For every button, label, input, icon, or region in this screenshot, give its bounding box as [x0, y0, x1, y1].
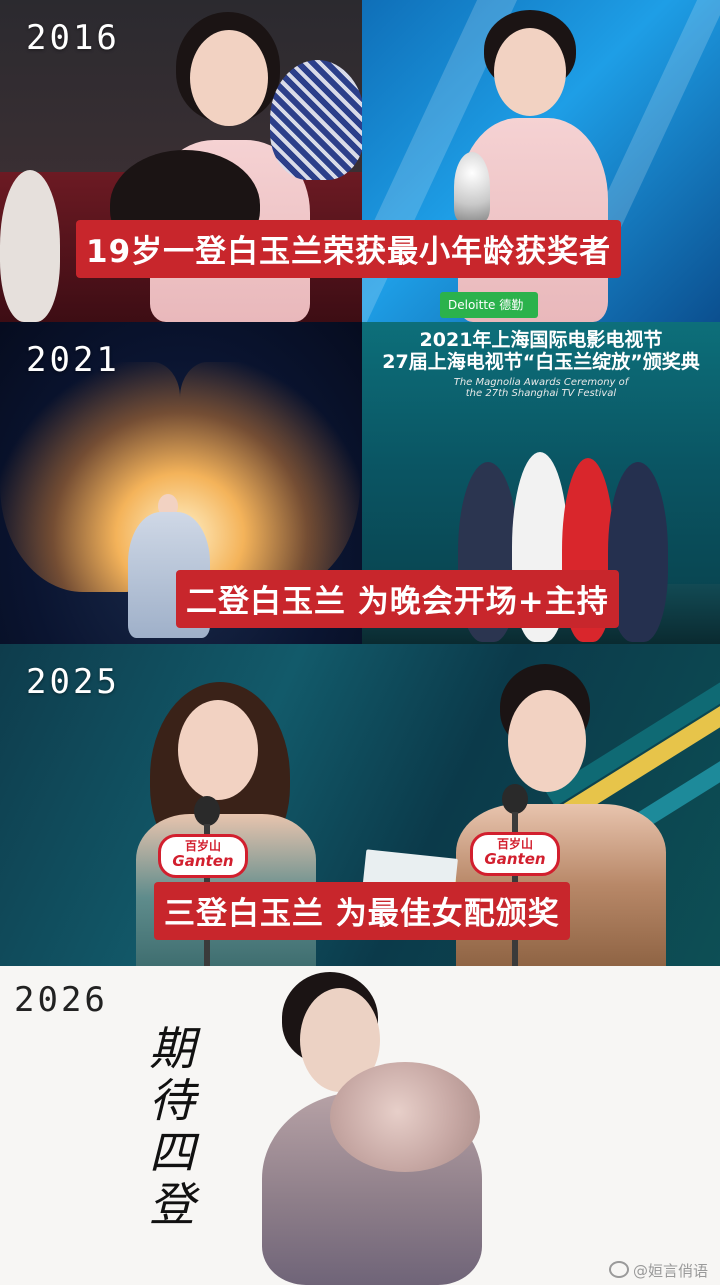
- handwritten-signature: 期待四登: [142, 1024, 196, 1232]
- banner-line-1: 2021年上海国际电影电视节: [419, 329, 663, 351]
- banner-line-2: 27届上海电视节“白玉兰绽放”颁奖典: [382, 350, 700, 373]
- banner-line-4: the 27th Shanghai TV Festival: [465, 388, 617, 400]
- banner-line-3: The Magnolia Awards Ceremony of: [453, 376, 629, 388]
- year-label: 2025: [26, 662, 120, 702]
- side-person: [0, 170, 60, 322]
- panel-2021: 2021年上海国际电影电视节 27届上海电视节“白玉兰绽放”颁奖典 The Ma…: [0, 322, 720, 644]
- microphone-icon: [194, 796, 220, 826]
- sponsor-name: 百岁山: [496, 837, 533, 851]
- sponsor-brand: Ganten: [484, 850, 546, 868]
- sponsor-brand: Ganten: [172, 852, 234, 870]
- caption: 19岁一登白玉兰荣获最小年龄获奖者: [76, 220, 622, 278]
- sponsor-mic-plate: 百岁山 Ganten: [158, 834, 248, 878]
- weibo-icon: [608, 1261, 629, 1278]
- rosette-shoulder: [330, 1062, 480, 1172]
- weibo-watermark: @姮言俏语: [608, 1260, 708, 1281]
- microphone-icon: [502, 784, 528, 814]
- year-label: 2016: [26, 18, 120, 58]
- sponsor-name: 百岁山: [184, 839, 221, 853]
- surprised-face: [190, 30, 268, 126]
- watermark-text: @姮言俏语: [632, 1262, 708, 1280]
- striped-shirt-person: [270, 60, 362, 180]
- presenter-face-left: [178, 700, 258, 800]
- presenter-face-right: [508, 690, 586, 792]
- year-label: 2026: [14, 980, 108, 1020]
- sponsor-mic-plate: 百岁山 Ganten: [470, 832, 560, 876]
- year-label: 2021: [26, 340, 120, 380]
- panel-2016: Deloitte 德勤 2016 19岁一登白玉兰荣获最小年龄获奖者: [0, 0, 720, 322]
- sponsor-badge: Deloitte 德勤: [440, 292, 538, 318]
- caption: 三登白玉兰 为最佳女配颁奖: [154, 882, 570, 940]
- festival-banner: 2021年上海国际电影电视节 27届上海电视节“白玉兰绽放”颁奖典 The Ma…: [362, 329, 720, 400]
- caption: 二登白玉兰 为晚会开场+主持: [176, 570, 619, 628]
- smiling-face: [494, 28, 566, 116]
- panel-2026: 2026 期待四登 @姮言俏语: [0, 966, 720, 1285]
- magnolia-trophy-icon: [454, 152, 490, 222]
- panel-2025: 百岁山 Ganten 百岁山 Ganten 2025 三登白玉兰 为最佳女配颁奖: [0, 644, 720, 966]
